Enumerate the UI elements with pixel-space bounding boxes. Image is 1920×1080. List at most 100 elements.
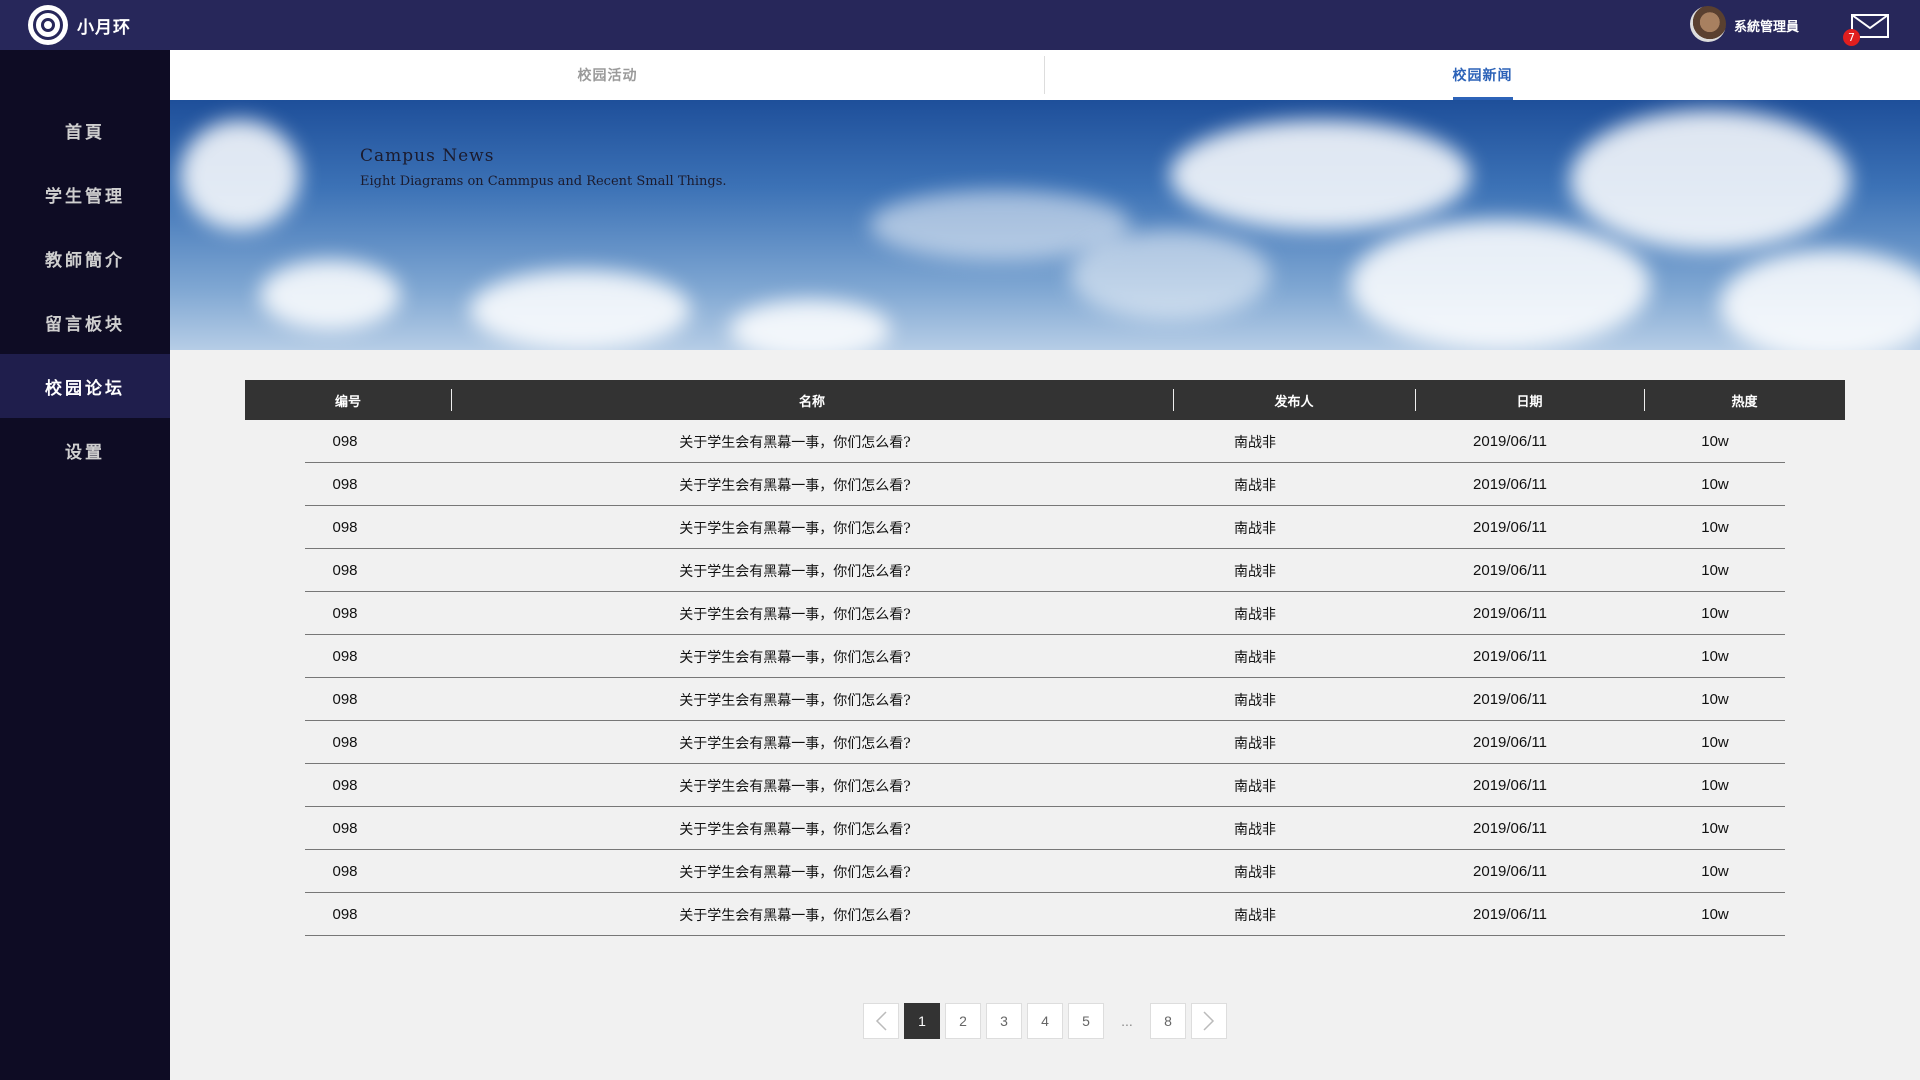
- table-row[interactable]: 098 关于学生会有黑幕一事，你们怎么看? 南战非 2019/06/11 10w: [305, 463, 1785, 506]
- cell-id: 098: [332, 605, 358, 622]
- sidebar-item-students[interactable]: 学生管理: [0, 162, 170, 226]
- cell-id: 098: [332, 863, 358, 880]
- cell-heat: 10w: [1701, 433, 1729, 450]
- cell-publisher: 南战非: [1234, 692, 1276, 709]
- sidebar-item-home[interactable]: 首頁: [0, 98, 170, 162]
- cell-date: 2019/06/11: [1473, 777, 1547, 794]
- cell-heat: 10w: [1701, 863, 1729, 880]
- cell-id: 098: [332, 519, 358, 536]
- cell-date: 2019/06/11: [1473, 906, 1547, 923]
- sidebar-item-forum[interactable]: 校园论坛: [0, 354, 170, 418]
- sidebar-item-settings[interactable]: 设置: [0, 418, 170, 482]
- sidebar-item-teachers[interactable]: 教師簡介: [0, 226, 170, 290]
- cell-date: 2019/06/11: [1473, 734, 1547, 751]
- cell-publisher: 南战非: [1234, 821, 1276, 838]
- top-bar: 小月环 系統管理員 7: [0, 0, 1920, 50]
- cell-id: 098: [332, 906, 358, 923]
- table-row[interactable]: 098 关于学生会有黑幕一事，你们怎么看? 南战非 2019/06/11 10w: [305, 893, 1785, 936]
- cell-title[interactable]: 关于学生会有黑幕一事，你们怎么看?: [475, 850, 1115, 893]
- cell-id: 098: [332, 433, 358, 450]
- cell-title[interactable]: 关于学生会有黑幕一事，你们怎么看?: [475, 678, 1115, 721]
- cell-date: 2019/06/11: [1473, 648, 1547, 665]
- tab-campus-activities[interactable]: 校园活动: [170, 50, 1045, 100]
- cell-heat: 10w: [1701, 648, 1729, 665]
- cell-heat: 10w: [1701, 519, 1729, 536]
- banner-subtitle: Eight Diagrams on Cammpus and Recent Sma…: [360, 174, 727, 189]
- cell-title[interactable]: 关于学生会有黑幕一事，你们怎么看?: [475, 420, 1115, 463]
- banner: Campus News Eight Diagrams on Cammpus an…: [170, 100, 1920, 350]
- table-row[interactable]: 098 关于学生会有黑幕一事，你们怎么看? 南战非 2019/06/11 10w: [305, 506, 1785, 549]
- cell-heat: 10w: [1701, 820, 1729, 837]
- page-button-8[interactable]: 8: [1150, 1003, 1186, 1039]
- cell-date: 2019/06/11: [1473, 820, 1547, 837]
- cell-id: 098: [332, 562, 358, 579]
- unread-badge: 7: [1843, 29, 1860, 46]
- cell-title[interactable]: 关于学生会有黑幕一事，你们怎么看?: [475, 635, 1115, 678]
- column-header-id[interactable]: 编号: [245, 380, 451, 420]
- cell-title[interactable]: 关于学生会有黑幕一事，你们怎么看?: [475, 549, 1115, 592]
- cell-title[interactable]: 关于学生会有黑幕一事，你们怎么看?: [475, 463, 1115, 506]
- page-button-5[interactable]: 5: [1068, 1003, 1104, 1039]
- cell-id: 098: [332, 820, 358, 837]
- brand-name: 小月环: [77, 18, 131, 38]
- page-ellipsis: ...: [1121, 1013, 1133, 1029]
- page-button-4[interactable]: 4: [1027, 1003, 1063, 1039]
- cell-heat: 10w: [1701, 906, 1729, 923]
- cell-title[interactable]: 关于学生会有黑幕一事，你们怎么看?: [475, 764, 1115, 807]
- cell-publisher: 南战非: [1234, 563, 1276, 580]
- page-button-3[interactable]: 3: [986, 1003, 1022, 1039]
- page-button-1[interactable]: 1: [904, 1003, 940, 1039]
- table-header: 编号 名称 发布人 日期 热度: [245, 380, 1845, 420]
- table-row[interactable]: 098 关于学生会有黑幕一事，你们怎么看? 南战非 2019/06/11 10w: [305, 420, 1785, 463]
- cell-heat: 10w: [1701, 734, 1729, 751]
- cell-date: 2019/06/11: [1473, 691, 1547, 708]
- table-row[interactable]: 098 关于学生会有黑幕一事，你们怎么看? 南战非 2019/06/11 10w: [305, 721, 1785, 764]
- tab-campus-news[interactable]: 校园新闻: [1045, 50, 1920, 100]
- column-header-publisher[interactable]: 发布人: [1173, 380, 1415, 420]
- cell-publisher: 南战非: [1234, 907, 1276, 924]
- cell-publisher: 南战非: [1234, 735, 1276, 752]
- page-button-2[interactable]: 2: [945, 1003, 981, 1039]
- cell-title[interactable]: 关于学生会有黑幕一事，你们怎么看?: [475, 506, 1115, 549]
- cell-date: 2019/06/11: [1473, 433, 1547, 450]
- table-row[interactable]: 098 关于学生会有黑幕一事，你们怎么看? 南战非 2019/06/11 10w: [305, 807, 1785, 850]
- column-header-heat[interactable]: 热度: [1644, 380, 1845, 420]
- cell-publisher: 南战非: [1234, 520, 1276, 537]
- cell-heat: 10w: [1701, 476, 1729, 493]
- cell-id: 098: [332, 476, 358, 493]
- sidebar: 首頁 学生管理 教師簡介 留言板块 校园论坛 设置: [0, 50, 170, 1080]
- cell-date: 2019/06/11: [1473, 863, 1547, 880]
- logo-icon[interactable]: [28, 5, 68, 45]
- cell-publisher: 南战非: [1234, 434, 1276, 451]
- cell-heat: 10w: [1701, 777, 1729, 794]
- cell-id: 098: [332, 691, 358, 708]
- table-row[interactable]: 098 关于学生会有黑幕一事，你们怎么看? 南战非 2019/06/11 10w: [305, 850, 1785, 893]
- cell-date: 2019/06/11: [1473, 605, 1547, 622]
- sidebar-item-messages[interactable]: 留言板块: [0, 290, 170, 354]
- table-row[interactable]: 098 关于学生会有黑幕一事，你们怎么看? 南战非 2019/06/11 10w: [305, 764, 1785, 807]
- next-page-button[interactable]: [1191, 1003, 1227, 1039]
- column-header-name[interactable]: 名称: [451, 380, 1173, 420]
- avatar[interactable]: [1690, 6, 1726, 42]
- cell-publisher: 南战非: [1234, 649, 1276, 666]
- cell-title[interactable]: 关于学生会有黑幕一事，你们怎么看?: [475, 592, 1115, 635]
- cell-heat: 10w: [1701, 562, 1729, 579]
- column-header-date[interactable]: 日期: [1415, 380, 1644, 420]
- cell-date: 2019/06/11: [1473, 476, 1547, 493]
- chevron-right-icon: [1203, 1011, 1215, 1031]
- prev-page-button[interactable]: [863, 1003, 899, 1039]
- cell-title[interactable]: 关于学生会有黑幕一事，你们怎么看?: [475, 721, 1115, 764]
- cell-title[interactable]: 关于学生会有黑幕一事，你们怎么看?: [475, 807, 1115, 850]
- cell-publisher: 南战非: [1234, 864, 1276, 881]
- cell-id: 098: [332, 777, 358, 794]
- table-row[interactable]: 098 关于学生会有黑幕一事，你们怎么看? 南战非 2019/06/11 10w: [305, 549, 1785, 592]
- cell-heat: 10w: [1701, 605, 1729, 622]
- cell-date: 2019/06/11: [1473, 519, 1547, 536]
- table-row[interactable]: 098 关于学生会有黑幕一事，你们怎么看? 南战非 2019/06/11 10w: [305, 635, 1785, 678]
- cell-id: 098: [332, 734, 358, 751]
- cell-title[interactable]: 关于学生会有黑幕一事，你们怎么看?: [475, 893, 1115, 936]
- user-name[interactable]: 系統管理員: [1734, 16, 1799, 35]
- table-row[interactable]: 098 关于学生会有黑幕一事，你们怎么看? 南战非 2019/06/11 10w: [305, 592, 1785, 635]
- table-row[interactable]: 098 关于学生会有黑幕一事，你们怎么看? 南战非 2019/06/11 10w: [305, 678, 1785, 721]
- cell-id: 098: [332, 648, 358, 665]
